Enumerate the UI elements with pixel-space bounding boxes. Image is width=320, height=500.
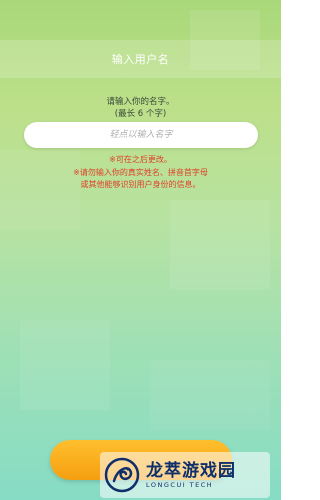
page-title: 输入用户名	[111, 53, 170, 66]
length-hint: (最长 6 个字)	[114, 109, 167, 119]
change-later-notice: ※可在之后更改。	[109, 155, 172, 164]
background-decoration	[170, 200, 270, 290]
dragon-logo-icon	[104, 457, 140, 493]
prompt-text: 请输入你的名字。	[106, 97, 175, 107]
watermark-text: 龙萃游戏园 LONGCUI TECH	[146, 461, 236, 490]
watermark-name: 龙萃游戏园	[146, 460, 236, 481]
title-bar: 输入用户名	[0, 40, 281, 78]
privacy-notice-line2: 或其他能够识别用户身份的信息。	[80, 180, 201, 189]
background-decoration	[20, 320, 110, 410]
watermark: 龙萃游戏园 LONGCUI TECH	[100, 452, 270, 498]
watermark-subtitle: LONGCUI TECH	[146, 480, 214, 489]
privacy-notice-line1: ※请勿输入你的真实姓名、拼音首字母	[73, 168, 208, 177]
username-input[interactable]	[24, 122, 258, 148]
screen: 输入用户名 请输入你的名字。 (最长 6 个字) ※可在之后更改。 ※请勿输入你…	[0, 0, 281, 500]
background-decoration	[150, 360, 270, 430]
